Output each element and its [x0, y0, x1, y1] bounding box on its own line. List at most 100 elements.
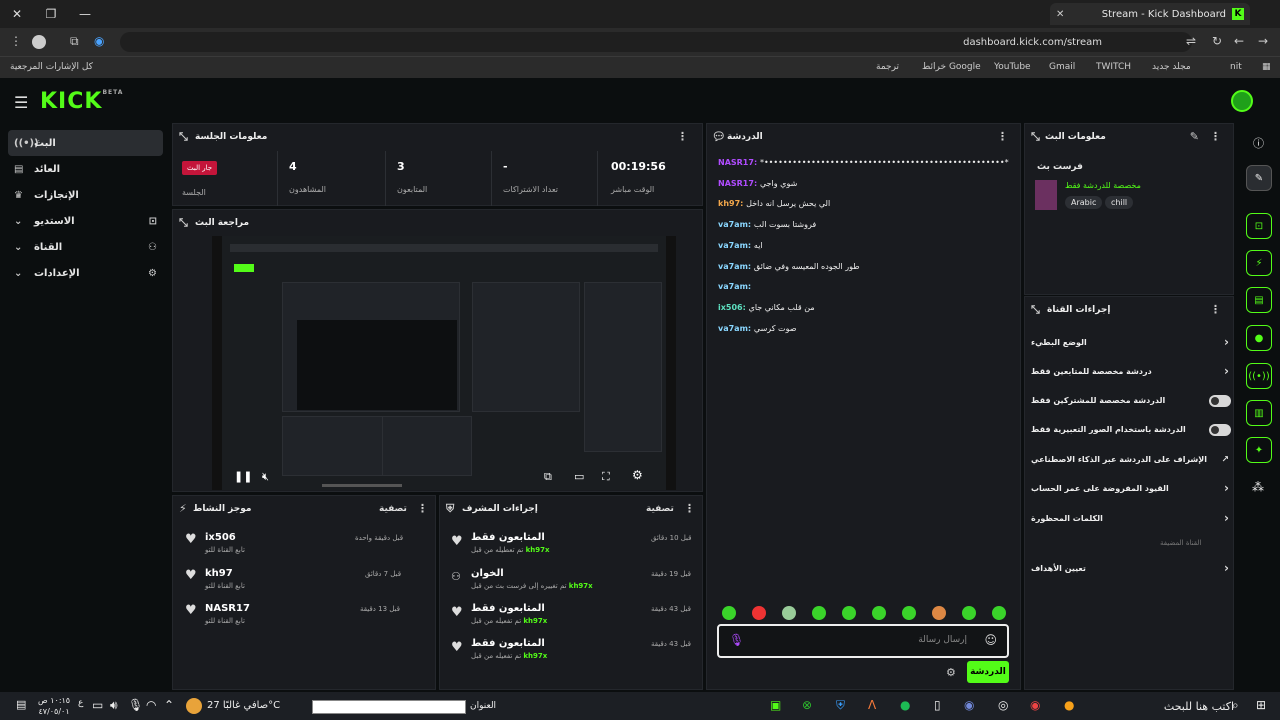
- back-icon[interactable]: ←: [1234, 34, 1244, 48]
- browser-tab[interactable]: ✕ Stream - Kick Dashboard K: [1050, 3, 1250, 25]
- kebab-menu-icon[interactable]: ⋮: [417, 502, 428, 515]
- emote-icon[interactable]: [962, 606, 976, 620]
- resize-icon[interactable]: ⤡: [1031, 303, 1040, 317]
- microphone-icon[interactable]: 🎙︎: [729, 633, 744, 647]
- ai-moderation-row[interactable]: الإشراف على الدردشة عبر الذكاء الاصطناعي…: [1031, 455, 1231, 465]
- chrome-icon[interactable]: ◉: [1030, 698, 1040, 712]
- emote-icon[interactable]: [842, 606, 856, 620]
- pip-icon[interactable]: ⧉: [544, 470, 552, 484]
- minimize-window-icon[interactable]: —: [68, 0, 102, 28]
- chat-username[interactable]: va7am:: [718, 262, 754, 271]
- close-window-icon[interactable]: ✕: [0, 0, 34, 28]
- notes-quick-button[interactable]: ▤: [1246, 287, 1272, 313]
- banned-words-row[interactable]: الكلمات المحظورة ›: [1031, 511, 1231, 525]
- emoji-icon[interactable]: ☺: [984, 633, 997, 647]
- notifications-icon[interactable]: ▤: [16, 698, 26, 711]
- tag-badge[interactable]: chill: [1105, 196, 1134, 209]
- resize-icon[interactable]: ⤡: [179, 130, 188, 144]
- weather-text[interactable]: صافي غالبًا 27°C: [207, 700, 280, 711]
- edit-icon[interactable]: ✎: [1190, 130, 1199, 143]
- extensions-icon[interactable]: ⧉: [70, 34, 79, 49]
- chat-username[interactable]: va7am:: [718, 241, 754, 250]
- send-chat-button[interactable]: الدردشة: [967, 661, 1009, 683]
- kebab-menu-icon[interactable]: ⋮: [684, 502, 695, 515]
- app-icon[interactable]: Λ: [868, 698, 876, 712]
- kick-logo[interactable]: KICKBETA: [40, 89, 123, 114]
- emote-icon[interactable]: [932, 606, 946, 620]
- layout-quick-button[interactable]: ▥: [1246, 400, 1272, 426]
- mod-action-user[interactable]: kh97x: [569, 582, 593, 590]
- filter-button[interactable]: تصفية: [646, 504, 674, 514]
- chat-username[interactable]: kh97:: [718, 199, 746, 208]
- sidebar-item-achievements[interactable]: ♛ الإنجازات: [8, 182, 163, 208]
- kebab-menu-icon[interactable]: ⋮: [997, 130, 1008, 143]
- close-tab-icon[interactable]: ✕: [1056, 9, 1064, 20]
- sidebar-item-settings[interactable]: ⚙ الإعدادات ⌄: [8, 260, 163, 286]
- bookmark-all[interactable]: كل الإشارات المرجعية: [10, 62, 93, 72]
- sidebar-item-revenue[interactable]: ▤ العائد: [8, 156, 163, 182]
- microphone-icon[interactable]: 🎙︎: [128, 698, 143, 712]
- edit-layout-button[interactable]: ✎: [1246, 165, 1272, 191]
- sidebar-item-studio[interactable]: ⊡ الاستديو ⌄: [8, 208, 163, 234]
- more-icon[interactable]: ⁂: [1252, 480, 1264, 494]
- tray-icon[interactable]: ▭: [92, 698, 103, 712]
- forward-icon[interactable]: →: [1258, 34, 1268, 48]
- discord-icon[interactable]: ◉: [964, 698, 974, 712]
- kebab-menu-icon[interactable]: ⋮: [677, 130, 688, 143]
- xbox-icon[interactable]: ⊗: [802, 698, 812, 712]
- clock[interactable]: ١٠:١٥ ص ٤٧/٠٥/٠١: [38, 695, 70, 717]
- theater-icon[interactable]: ▭: [574, 470, 584, 483]
- apps-grid-icon[interactable]: ▦: [1262, 62, 1271, 72]
- studio-quick-button[interactable]: ⊡: [1246, 213, 1272, 239]
- category-link[interactable]: مخصصة للدردشة فقط: [1065, 181, 1141, 190]
- slow-mode-row[interactable]: الوضع البطيء ›: [1031, 335, 1231, 349]
- emote-icon[interactable]: [722, 606, 736, 620]
- goals-row[interactable]: تعيين الأهداف ›: [1031, 561, 1231, 575]
- chat-input[interactable]: 🎙︎ إرسال رسالة ☺: [717, 624, 1009, 658]
- tools-quick-button[interactable]: ✦: [1246, 437, 1272, 463]
- bookmark-gmail[interactable]: Gmail: [1049, 62, 1075, 72]
- chat-username[interactable]: ix506:: [718, 303, 749, 312]
- chat-username[interactable]: NASR17:: [718, 179, 760, 188]
- start-icon[interactable]: ⊞: [1256, 698, 1266, 712]
- url-field[interactable]: dashboard.kick.com/stream: [120, 32, 1192, 52]
- spotify-icon[interactable]: ●: [900, 698, 910, 712]
- chat-username[interactable]: NASR17:: [718, 158, 760, 167]
- kick-app-icon[interactable]: ▣: [770, 698, 781, 712]
- hamburger-menu-icon[interactable]: ☰: [14, 93, 28, 112]
- sidebar-item-channel[interactable]: ⚇ القناة ⌄: [8, 234, 163, 260]
- emote-icon[interactable]: [872, 606, 886, 620]
- emote-icon[interactable]: [902, 606, 916, 620]
- emote-icon[interactable]: [752, 606, 766, 620]
- bookmark-youtube[interactable]: YouTube: [994, 62, 1031, 72]
- bookmark-twitch[interactable]: TWITCH: [1096, 62, 1131, 72]
- emote-icon[interactable]: [992, 606, 1006, 620]
- volume-icon[interactable]: 🔊︎: [110, 698, 118, 713]
- chevron-up-icon[interactable]: ⌃: [164, 698, 174, 712]
- kebab-menu-icon[interactable]: ⋮: [10, 34, 22, 48]
- stream-video-player[interactable]: ❚❚ 🔇︎ ⧉ ▭ ⛶ ⚙: [212, 236, 676, 490]
- sidebar-item-stream[interactable]: ((•)) البث: [8, 130, 163, 156]
- resize-icon[interactable]: ⤡: [1031, 130, 1040, 144]
- emote-icon[interactable]: [812, 606, 826, 620]
- user-avatar[interactable]: [1231, 90, 1253, 112]
- filter-button[interactable]: تصفية: [379, 504, 407, 514]
- seek-bar[interactable]: [322, 484, 402, 487]
- file-icon[interactable]: ▯: [934, 698, 941, 712]
- mod-action-user[interactable]: kh97x: [526, 546, 550, 554]
- emote-icon[interactable]: [782, 606, 796, 620]
- resize-icon[interactable]: ⤡: [179, 216, 188, 230]
- wifi-icon[interactable]: ◠: [146, 698, 156, 712]
- mod-action-user[interactable]: kh97x: [523, 652, 547, 660]
- kebab-menu-icon[interactable]: ⋮: [1210, 303, 1221, 316]
- mute-icon[interactable]: 🔇︎: [262, 470, 269, 484]
- bookmark-translate[interactable]: ترجمة: [876, 62, 899, 72]
- kebab-menu-icon[interactable]: ⋮: [1210, 130, 1221, 143]
- reload-icon[interactable]: ↻: [1212, 34, 1222, 48]
- followers-only-row[interactable]: دردشة مخصصة للمتابعين فقط ›: [1031, 364, 1231, 378]
- bookmark-maps[interactable]: خرائط Google: [922, 62, 981, 72]
- steam-icon[interactable]: ◎: [998, 698, 1008, 712]
- tag-badge[interactable]: Arabic: [1065, 196, 1103, 209]
- app-icon[interactable]: ●: [1064, 698, 1074, 712]
- bookmark-new-folder[interactable]: مجلد جديد: [1152, 62, 1191, 72]
